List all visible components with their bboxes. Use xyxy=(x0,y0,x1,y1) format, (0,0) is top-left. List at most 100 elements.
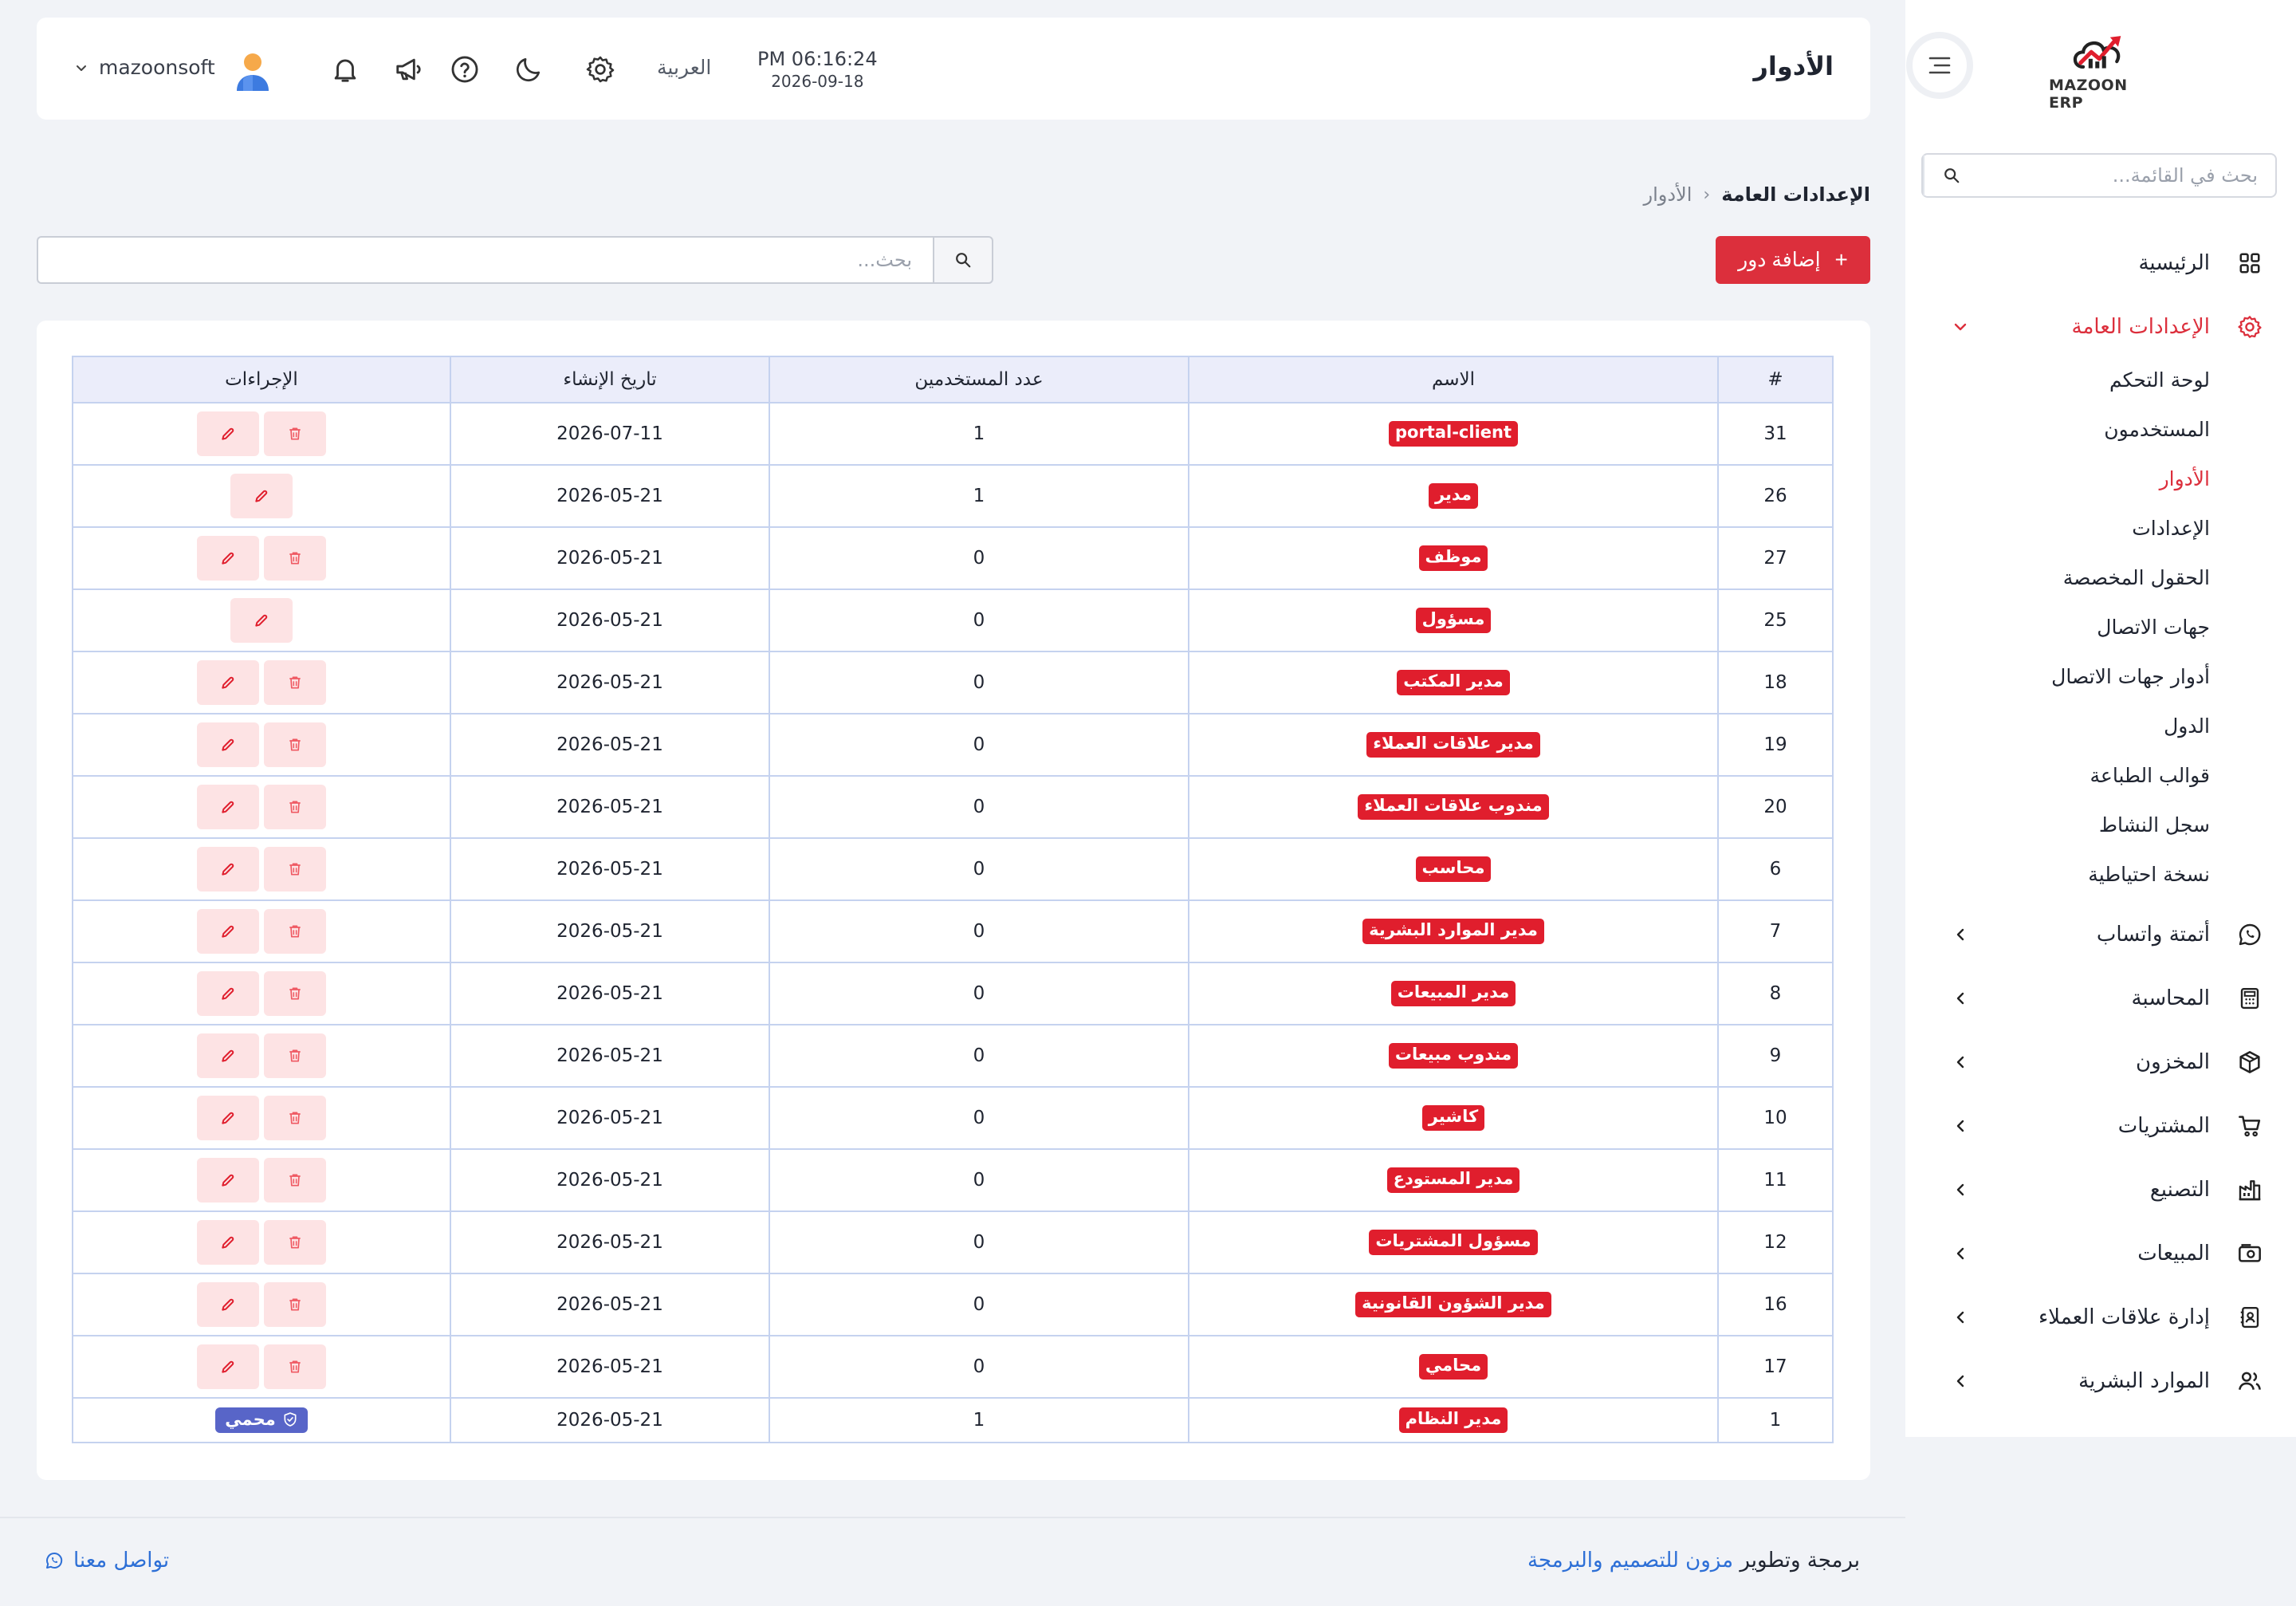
logo[interactable]: MAZOON ERP xyxy=(2049,32,2152,112)
sidebar-item-manufacturing[interactable]: التصنيع xyxy=(1905,1158,2296,1222)
sidebar-item-label: المبيعات xyxy=(2137,1242,2210,1266)
language-switch[interactable]: العربية xyxy=(657,56,711,79)
bell-icon[interactable] xyxy=(328,53,362,86)
row-actions xyxy=(73,598,450,643)
role-badge: محاسب xyxy=(1415,856,1492,882)
sidebar-subitem-countries[interactable]: الدول xyxy=(1905,705,2296,754)
delete-button[interactable] xyxy=(264,1282,326,1327)
sidebar-subitem-contacts[interactable]: جهات الاتصال xyxy=(1905,606,2296,655)
cell-users: 0 xyxy=(769,1148,1189,1212)
delete-button[interactable] xyxy=(264,785,326,829)
sidebar-subitem-dashboard[interactable]: لوحة التحكم xyxy=(1905,359,2296,408)
edit-button[interactable] xyxy=(197,1282,259,1327)
sidebar-subitem-contact-roles[interactable]: أدوار جهات الاتصال xyxy=(1905,655,2296,705)
table-row: 26 مدير 1 2026-05-21 xyxy=(72,464,1834,528)
edit-button[interactable] xyxy=(197,722,259,767)
column-header-users[interactable]: عدد المستخدمين xyxy=(769,356,1189,403)
delete-button[interactable] xyxy=(264,1344,326,1389)
row-actions xyxy=(73,536,450,581)
sidebar-subitem-label: أدوار جهات الاتصال xyxy=(2051,665,2210,688)
user-menu[interactable]: mazoonsoft xyxy=(75,56,215,79)
edit-button[interactable] xyxy=(197,909,259,954)
delete-button[interactable] xyxy=(264,971,326,1016)
delete-button[interactable] xyxy=(264,722,326,767)
edit-button[interactable] xyxy=(197,1344,259,1389)
chevron-down-icon xyxy=(77,65,86,71)
sidebar-item-accounting[interactable]: المحاسبة xyxy=(1905,966,2296,1030)
chevron-left-icon xyxy=(1950,1179,1971,1200)
row-actions xyxy=(73,722,450,767)
sidebar-item-sales[interactable]: المبيعات xyxy=(1905,1222,2296,1285)
trash-icon xyxy=(287,737,303,753)
delete-button[interactable] xyxy=(264,660,326,705)
sidebar-item-crm[interactable]: إدارة علاقات العملاء xyxy=(1905,1285,2296,1349)
sidebar-item-home[interactable]: الرئيسية xyxy=(1905,231,2296,295)
trash-icon xyxy=(287,986,303,1002)
sidebar-subitem-settings[interactable]: الإعدادات xyxy=(1905,507,2296,557)
delete-button[interactable] xyxy=(264,1096,326,1140)
add-role-button[interactable]: + إضافة دور xyxy=(1716,236,1870,284)
edit-button[interactable] xyxy=(197,1096,259,1140)
delete-button[interactable] xyxy=(264,411,326,456)
breadcrumb-current: الأدوار xyxy=(1643,183,1693,206)
help-icon[interactable] xyxy=(448,53,482,86)
row-actions xyxy=(73,474,450,518)
delete-button[interactable] xyxy=(264,1033,326,1078)
sidebar-subitem-custom-fields[interactable]: الحقول المخصصة xyxy=(1905,557,2296,606)
delete-button[interactable] xyxy=(264,1158,326,1203)
sidebar-subitem-roles[interactable]: الأدوار xyxy=(1905,458,2296,507)
sidebar-subitem-users[interactable]: المستخدمون xyxy=(1905,408,2296,458)
sidebar-toggle-button[interactable] xyxy=(1906,32,1973,99)
delete-button[interactable] xyxy=(264,847,326,892)
avatar[interactable] xyxy=(234,51,271,91)
cell-id: 19 xyxy=(1717,713,1834,777)
column-header-created[interactable]: تاريخ الإنشاء xyxy=(450,356,770,403)
trash-icon xyxy=(287,1110,303,1126)
edit-button[interactable] xyxy=(197,971,259,1016)
search-icon[interactable] xyxy=(1923,155,1979,196)
sidebar-subitem-activity-log[interactable]: سجل النشاط xyxy=(1905,804,2296,853)
breadcrumb-parent[interactable]: الإعدادات العامة xyxy=(1721,183,1870,206)
edit-button[interactable] xyxy=(197,785,259,829)
cell-actions xyxy=(72,1086,451,1150)
delete-button[interactable] xyxy=(264,536,326,581)
edit-button[interactable] xyxy=(197,847,259,892)
column-header-id[interactable]: # xyxy=(1717,356,1834,403)
cell-users: 0 xyxy=(769,962,1189,1025)
search-button[interactable] xyxy=(933,236,993,284)
delete-button[interactable] xyxy=(264,909,326,954)
roles-card: # الاسم عدد المستخدمين تاريخ الإنشاء الإ… xyxy=(37,321,1870,1480)
edit-button[interactable] xyxy=(197,1033,259,1078)
edit-button[interactable] xyxy=(197,536,259,581)
megaphone-icon[interactable] xyxy=(392,53,426,86)
search-input[interactable] xyxy=(37,236,933,284)
sidebar-item-hr[interactable]: الموارد البشرية xyxy=(1905,1349,2296,1413)
sidebar-subitem-backup[interactable]: نسخة احتياطية xyxy=(1905,853,2296,903)
sidebar-item-general-settings[interactable]: الإعدادات العامة xyxy=(1905,295,2296,359)
settings-gear-icon[interactable] xyxy=(584,53,617,86)
pencil-icon xyxy=(220,861,236,877)
edit-button[interactable] xyxy=(230,598,293,643)
contact-us-link[interactable]: تواصل معنا xyxy=(45,1549,169,1573)
sidebar-subitem-print-templates[interactable]: قوالب الطباعة xyxy=(1905,754,2296,804)
moon-icon[interactable] xyxy=(512,53,545,86)
sidebar-search-input[interactable] xyxy=(1979,155,2275,196)
delete-button[interactable] xyxy=(264,1220,326,1265)
pencil-icon xyxy=(220,1048,236,1064)
sidebar-item-purchases[interactable]: المشتريات xyxy=(1905,1094,2296,1158)
column-header-name[interactable]: الاسم xyxy=(1188,356,1719,403)
cell-actions xyxy=(72,1148,451,1212)
edit-button[interactable] xyxy=(197,1220,259,1265)
sidebar-item-inventory[interactable]: المخزون xyxy=(1905,1030,2296,1094)
sidebar-item-whatsapp[interactable]: أتمتة واتساب xyxy=(1905,903,2296,966)
edit-button[interactable] xyxy=(197,660,259,705)
footer-credit-link[interactable]: مزون للتصميم والبرمجة xyxy=(1527,1549,1733,1573)
edit-button[interactable] xyxy=(197,411,259,456)
cell-created: 2026-05-21 xyxy=(450,962,770,1025)
table-row: 18 مدير المكتب 0 2026-05-21 xyxy=(72,651,1834,714)
edit-button[interactable] xyxy=(230,474,293,518)
edit-button[interactable] xyxy=(197,1158,259,1203)
sidebar-menu: الرئيسية الإعدادات العامة لوحة التحكم ال… xyxy=(1905,231,2296,1413)
grid-icon xyxy=(2235,249,2264,278)
cell-name: مدير المستودع xyxy=(1188,1148,1719,1212)
